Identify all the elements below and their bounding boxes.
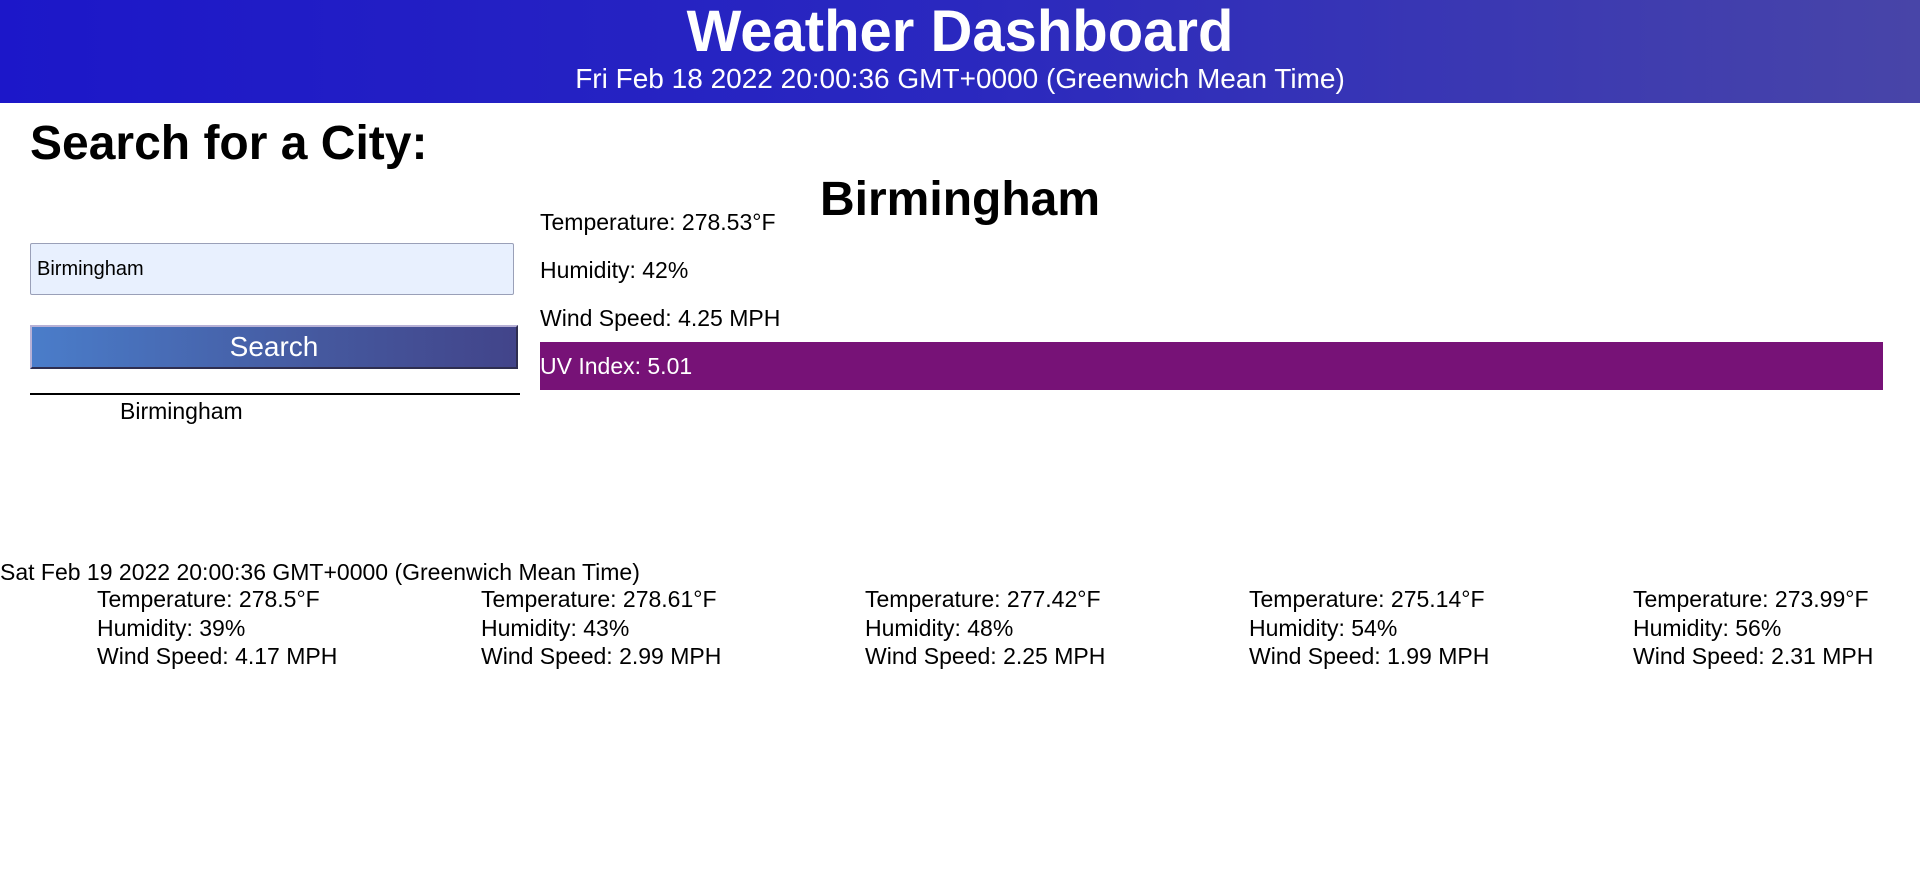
- forecast-temperature: Temperature: 278.61°F: [481, 586, 717, 612]
- current-date: Fri Feb 18 2022 20:00:36 GMT+0000 (Green…: [575, 63, 1345, 94]
- forecast-temperature: Temperature: 278.5°F: [97, 586, 320, 612]
- forecast-card: Temperature: 275.14°F Humidity: 54% Wind…: [1249, 585, 1549, 671]
- page-title: Weather Dashboard: [686, 0, 1234, 64]
- page-header: Weather Dashboard Fri Feb 18 2022 20:00:…: [0, 0, 1920, 103]
- forecast-wind-speed: Wind Speed: 2.31 MPH: [1633, 643, 1874, 669]
- forecast-date: Sat Feb 19 2022 20:00:36 GMT+0000 (Green…: [0, 559, 640, 585]
- search-history-divider: [30, 393, 520, 395]
- search-history-item[interactable]: Birmingham: [120, 396, 243, 426]
- forecast-card: Temperature: 273.99°F Humidity: 56% Wind…: [1633, 585, 1920, 671]
- forecast-humidity: Humidity: 54%: [1249, 614, 1398, 641]
- forecast-humidity: Humidity: 43%: [481, 614, 630, 641]
- forecast-card: Temperature: 278.5°F Humidity: 39% Wind …: [97, 585, 397, 671]
- forecast-card: Temperature: 277.42°F Humidity: 48% Wind…: [865, 585, 1165, 671]
- forecast-wind-speed: Wind Speed: 1.99 MPH: [1249, 643, 1490, 669]
- uv-index-bar: UV Index: 5.01: [540, 342, 1883, 390]
- forecast-wind-speed: Wind Speed: 4.17 MPH: [97, 643, 338, 669]
- current-wind-speed: Wind Speed: 4.25 MPH: [540, 305, 781, 331]
- forecast-humidity: Humidity: 39%: [97, 614, 246, 641]
- forecast-wind-speed: Wind Speed: 2.25 MPH: [865, 643, 1106, 669]
- search-heading: Search for a City:: [30, 117, 428, 170]
- forecast-wind-speed: Wind Speed: 2.99 MPH: [481, 643, 722, 669]
- current-humidity: Humidity: 42%: [540, 257, 689, 283]
- forecast-humidity: Humidity: 56%: [1633, 614, 1782, 641]
- forecast-temperature: Temperature: 277.42°F: [865, 586, 1101, 612]
- forecast-temperature: Temperature: 275.14°F: [1249, 586, 1485, 612]
- forecast-humidity: Humidity: 48%: [865, 614, 1014, 641]
- city-search-input[interactable]: [30, 243, 514, 295]
- search-button[interactable]: Search: [30, 325, 518, 369]
- current-city-name: Birmingham: [820, 173, 1101, 226]
- current-temperature: Temperature: 278.53°F: [540, 209, 776, 235]
- forecast-temperature: Temperature: 273.99°F: [1633, 586, 1869, 612]
- forecast-card: Temperature: 278.61°F Humidity: 43% Wind…: [481, 585, 781, 671]
